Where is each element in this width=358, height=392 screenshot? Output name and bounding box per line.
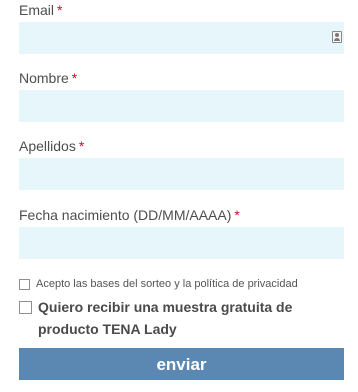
email-field[interactable] [19, 22, 344, 54]
email-label: Email * [19, 2, 62, 18]
sample-request-checkbox[interactable] [19, 301, 32, 314]
sample-request-label[interactable]: Quiero recibir una muestra gratuita de p… [38, 296, 338, 340]
contact-card-icon[interactable] [332, 31, 342, 43]
accept-terms-checkbox[interactable] [19, 279, 30, 290]
accept-terms-label[interactable]: Acepto las bases del sorteo y la polític… [36, 278, 298, 290]
nombre-label: Nombre * [19, 70, 77, 86]
submit-button[interactable]: enviar [19, 348, 344, 380]
fecha-nacimiento-label-text: Fecha nacimiento (DD/MM/AAAA) [19, 207, 232, 223]
required-marker: * [234, 207, 240, 223]
fecha-nacimiento-label: Fecha nacimiento (DD/MM/AAAA) * [19, 207, 240, 223]
fecha-nacimiento-field[interactable] [19, 227, 344, 259]
apellidos-label-text: Apellidos [19, 138, 76, 154]
nombre-field[interactable] [19, 90, 344, 122]
required-marker: * [57, 2, 63, 18]
required-marker: * [78, 138, 85, 154]
sample-request-row: Quiero recibir una muestra gratuita de p… [19, 299, 338, 340]
apellidos-field[interactable] [19, 158, 344, 190]
accept-terms-row: Acepto las bases del sorteo y la polític… [19, 278, 298, 290]
required-marker: * [71, 70, 78, 86]
apellidos-label: Apellidos * [19, 138, 84, 154]
email-label-text: Email [19, 2, 55, 18]
nombre-label-text: Nombre [19, 70, 69, 86]
email-field-wrapper [19, 22, 344, 54]
